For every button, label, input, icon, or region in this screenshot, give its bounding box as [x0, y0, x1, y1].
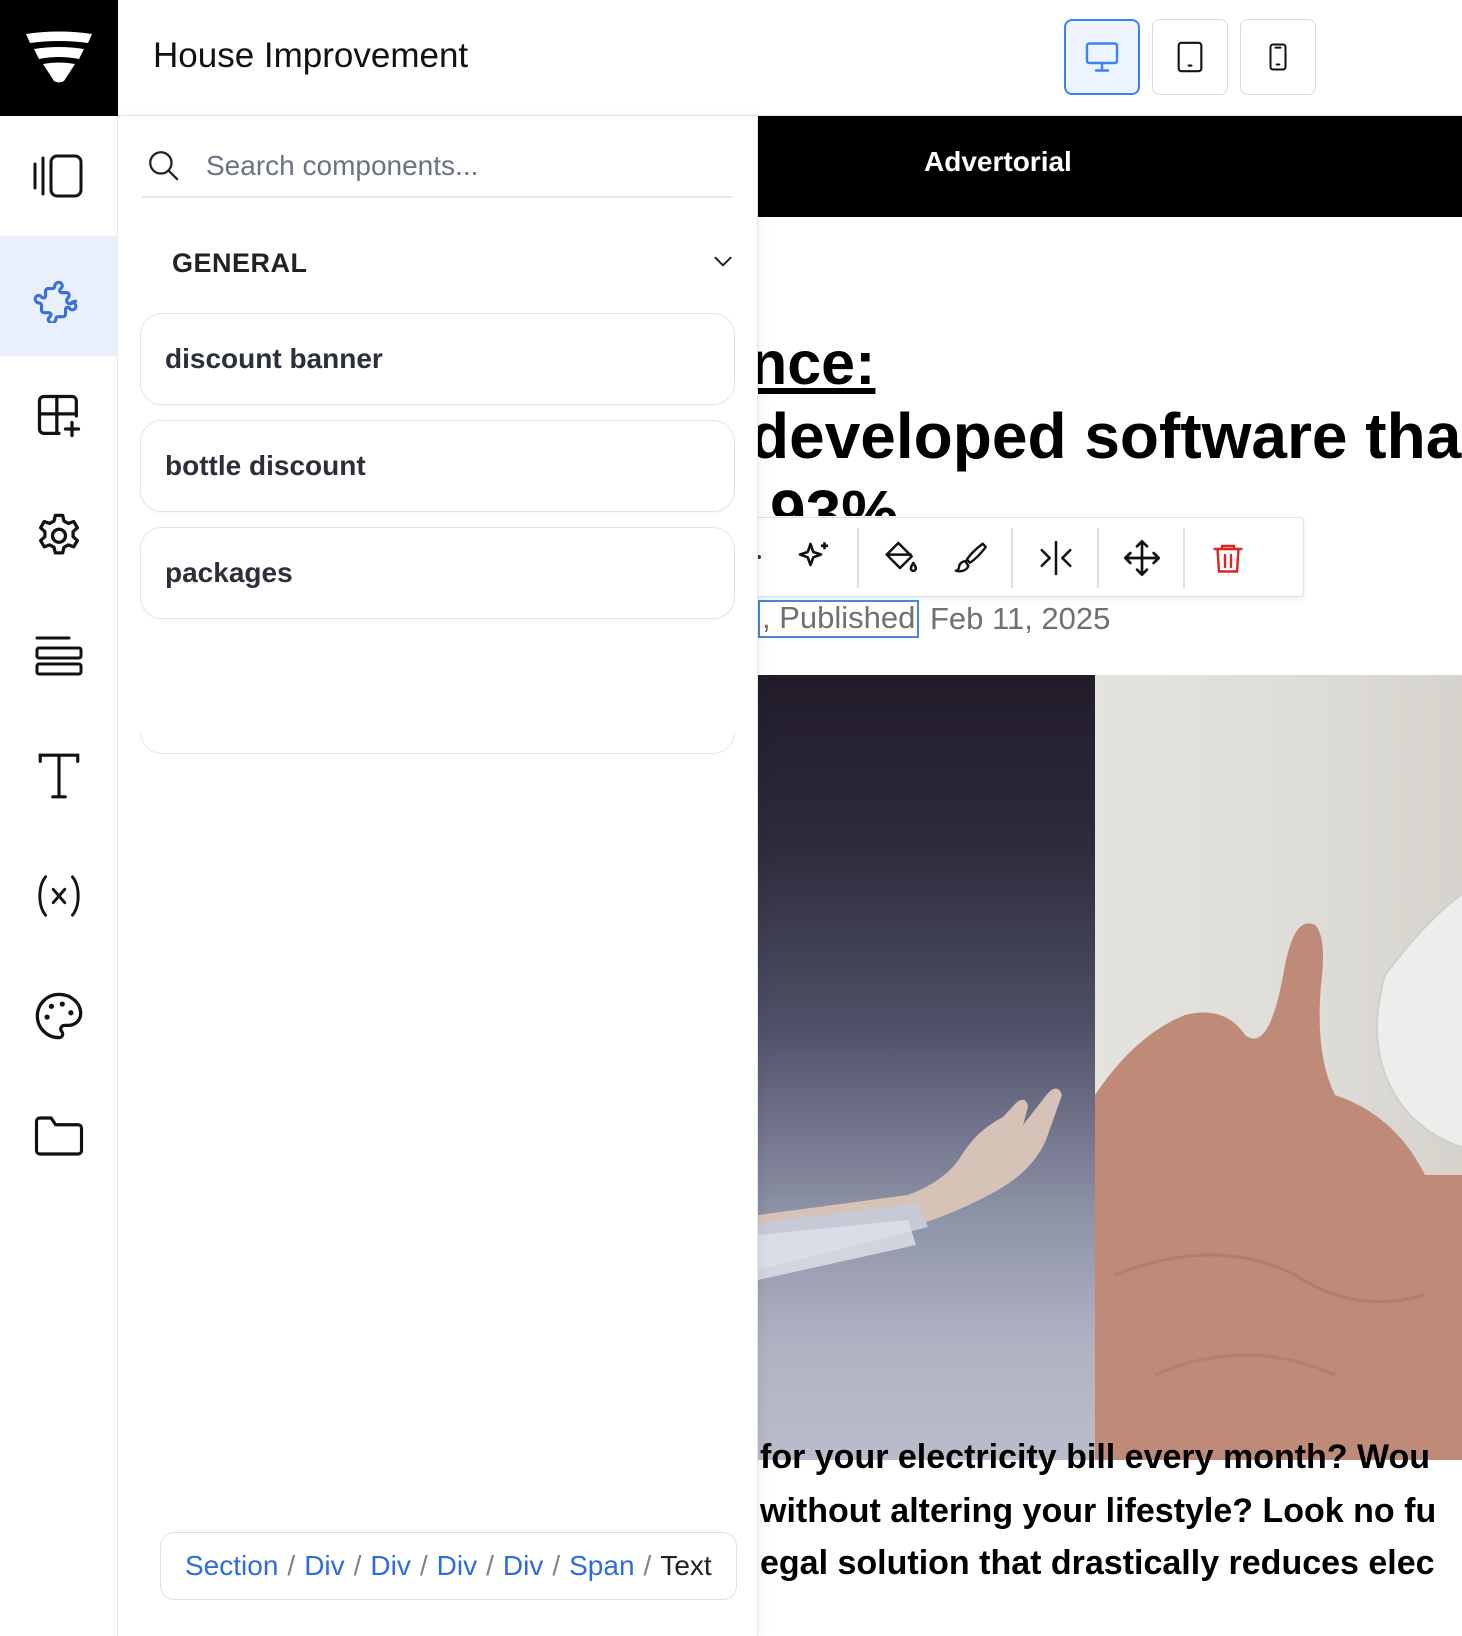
advertorial-label: Advertorial — [924, 146, 1072, 177]
headline-line-1[interactable]: nce: — [758, 328, 875, 398]
tablet-icon — [1177, 41, 1203, 73]
rail-item-settings[interactable] — [0, 476, 118, 596]
type-icon — [38, 753, 80, 799]
advertorial-banner[interactable]: Advertorial — [758, 116, 1462, 217]
smartphone-icon — [1269, 43, 1287, 71]
breadcrumb-separator: / — [419, 1550, 428, 1581]
components-panel: GENERAL discount banner bottle discount … — [118, 116, 758, 1636]
variable-icon — [38, 875, 80, 917]
top-header: House Improvement — [118, 0, 1462, 116]
breadcrumb-link-span[interactable]: Span — [569, 1550, 634, 1582]
component-item-discount-banner[interactable]: discount banner — [140, 313, 735, 405]
body-text-line-3[interactable]: egal solution that drastically reduces e… — [760, 1544, 1435, 1583]
breadcrumb-separator: / — [287, 1550, 296, 1581]
toolbar-overflow-dot — [758, 555, 761, 559]
hero-image-right[interactable] — [1095, 675, 1462, 1460]
component-item-bottle-discount[interactable]: bottle discount — [140, 420, 735, 512]
search-icon — [149, 151, 179, 181]
breadcrumb-separator: / — [643, 1550, 652, 1581]
body-text-line-2[interactable]: without altering your lifestyle? Look no… — [760, 1492, 1436, 1531]
component-label: discount banner — [165, 343, 383, 374]
breadcrumb-separator: / — [486, 1550, 494, 1581]
selected-byline-text[interactable]: , Published — [758, 600, 920, 638]
component-label: bottle discount — [165, 450, 366, 481]
monitor-icon — [1085, 42, 1119, 72]
gear-icon — [38, 513, 80, 555]
toolbar-divider — [1011, 528, 1013, 588]
hand-holding-device-image — [1095, 892, 1462, 1460]
toolbar-divider — [857, 528, 859, 588]
brush-icon — [954, 542, 988, 573]
headline-line-3[interactable]: 93% — [770, 476, 898, 516]
brand-logo[interactable] — [0, 0, 118, 116]
panel-toggle-icon — [33, 154, 83, 198]
tablet-view-button[interactable] — [1152, 19, 1228, 95]
left-tool-rail — [0, 116, 118, 1636]
outstretched-hand-image — [758, 1088, 1062, 1280]
palette-icon — [35, 992, 83, 1040]
ai-edit-button[interactable] — [791, 535, 837, 581]
rail-item-typography[interactable] — [0, 716, 118, 836]
rail-item-add-layout[interactable] — [0, 356, 118, 476]
toolbar-divider — [1183, 528, 1185, 588]
component-label: packages — [165, 557, 293, 588]
move-button[interactable] — [1119, 535, 1165, 581]
rail-item-theme[interactable] — [0, 956, 118, 1076]
section-title: GENERAL — [172, 248, 308, 278]
toolbar-divider — [1097, 528, 1099, 588]
style-brush-button[interactable] — [947, 535, 993, 581]
breadcrumb-link-div[interactable]: Div — [503, 1550, 543, 1582]
project-title: House Improvement — [153, 36, 469, 75]
breadcrumb-current: Text — [660, 1550, 712, 1581]
rail-item-variables[interactable] — [0, 836, 118, 956]
mobile-view-button[interactable] — [1240, 19, 1316, 95]
brand-funnel-icon — [26, 31, 92, 83]
desktop-view-button[interactable] — [1064, 19, 1140, 95]
folder-icon — [34, 1116, 84, 1156]
layout-plus-icon — [37, 394, 81, 438]
body-text-line-1[interactable]: for your electricity bill every month? W… — [760, 1438, 1430, 1477]
move-icon — [1124, 540, 1160, 576]
component-item-packages[interactable]: packages — [140, 527, 735, 619]
align-left-icon — [35, 636, 83, 676]
breadcrumb-link-section[interactable]: Section — [185, 1550, 278, 1582]
component-search — [142, 136, 732, 198]
rail-item-toggle-panel[interactable] — [0, 116, 118, 236]
fill-color-button[interactable] — [877, 535, 923, 581]
search-input[interactable] — [206, 146, 706, 186]
breadcrumb-link-div[interactable]: Div — [437, 1550, 477, 1582]
split-button[interactable] — [1033, 535, 1079, 581]
delete-button[interactable] — [1205, 535, 1251, 581]
page-canvas: Advertorial nce: developed software that… — [758, 116, 1462, 1636]
component-item-partial — [140, 732, 735, 754]
section-general-header[interactable]: GENERAL — [142, 226, 742, 296]
element-toolbar — [758, 517, 1304, 597]
puzzle-icon — [33, 280, 78, 323]
rail-item-assets[interactable] — [0, 1076, 118, 1196]
rail-item-layers[interactable] — [0, 596, 118, 716]
breadcrumb-separator: / — [552, 1550, 561, 1581]
chevron-down-icon — [714, 256, 732, 267]
publish-date[interactable]: Feb 11, 2025 — [930, 600, 1110, 638]
hero-image-left[interactable] — [758, 675, 1095, 1460]
trash-icon — [1213, 544, 1243, 573]
paint-bucket-icon — [885, 541, 918, 573]
sparkles-icon — [798, 542, 828, 567]
breadcrumb-link-div[interactable]: Div — [370, 1550, 410, 1582]
breadcrumb-link-div[interactable]: Div — [304, 1550, 344, 1582]
headline-line-2[interactable]: developed software that — [758, 399, 1462, 473]
breadcrumb-separator: / — [353, 1550, 362, 1581]
breadcrumb: Section / Div / Div / Div / Div / Span /… — [160, 1532, 737, 1600]
rail-item-components[interactable] — [0, 236, 118, 356]
split-icon — [1040, 540, 1072, 576]
